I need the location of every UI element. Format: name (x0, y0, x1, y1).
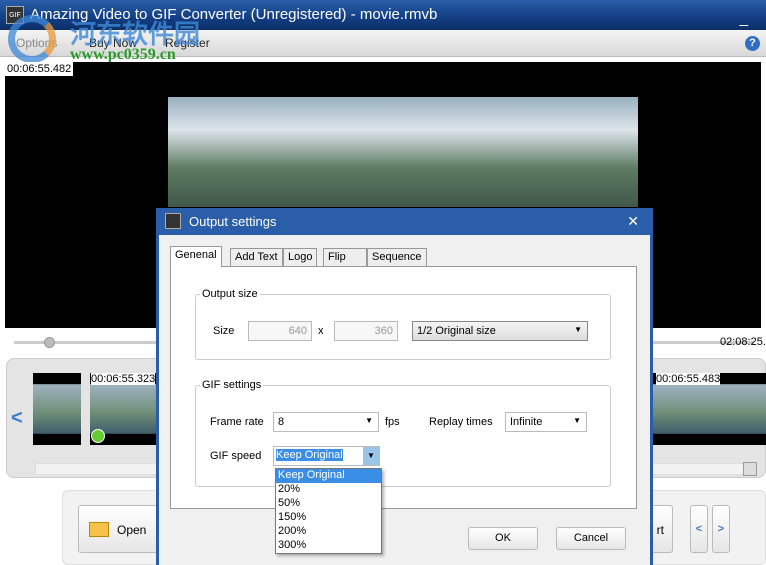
end-time: 02:08:25. (720, 336, 766, 348)
scroll-thumb[interactable] (743, 462, 757, 476)
replay-value: Infinite (510, 416, 543, 428)
seek-knob[interactable] (44, 337, 55, 348)
app-gif-icon (165, 213, 181, 229)
replay-label: Replay times (429, 416, 493, 428)
tab-add-text[interactable]: Add Text (230, 248, 283, 266)
gif-settings-group: GIF settings Frame rate 8 ▼ fps Replay ti… (195, 379, 611, 487)
chevron-down-icon: ▼ (574, 325, 582, 334)
frame-rate-label: Frame rate (210, 416, 264, 428)
frame-rate-select[interactable]: 8 ▼ (273, 412, 379, 432)
group-label: Output size (200, 288, 260, 300)
help-icon[interactable]: ? (745, 36, 760, 51)
option-150[interactable]: 150% (276, 511, 381, 525)
gif-speed-label: GIF speed (210, 450, 262, 462)
prev-icon[interactable]: < (690, 505, 708, 553)
tab-flip[interactable]: Flip (323, 248, 367, 266)
cancel-button[interactable]: Cancel (556, 527, 626, 550)
close-button[interactable]: ✕ (627, 213, 639, 230)
chevron-down-icon: ▼ (363, 447, 379, 465)
size-label: Size (213, 325, 235, 337)
option-keep-original[interactable]: Keep Original (276, 469, 381, 483)
replay-select[interactable]: Infinite ▼ (505, 412, 587, 432)
add-marker-icon[interactable]: < (11, 407, 23, 430)
clock-icon (91, 429, 105, 443)
open-button[interactable]: Open (78, 505, 168, 553)
size-preset-value: 1/2 Original size (417, 325, 496, 337)
folder-icon (89, 522, 109, 537)
tab-general[interactable]: Genenal (170, 246, 222, 267)
thumbnail[interactable] (33, 373, 81, 445)
frame-rate-value: 8 (278, 416, 285, 428)
gif-speed-dropdown-list: Keep Original 20% 50% 150% 200% 300% (275, 468, 382, 554)
chevron-down-icon: ▼ (365, 416, 373, 425)
current-time: 00:06:55.482 (5, 62, 74, 76)
option-300[interactable]: 300% (276, 539, 381, 553)
dialog-body: Genenal Add Text Logo Flip Sequence Outp… (159, 235, 650, 565)
fps-label: fps (385, 416, 400, 428)
width-field[interactable]: 640 (248, 321, 312, 341)
frame-time: 00:06:55.323 (91, 373, 156, 385)
gif-speed-select[interactable]: Keep Original ▼ (273, 446, 380, 466)
ok-button[interactable]: OK (468, 527, 538, 550)
tab-sequence[interactable]: Sequence (367, 248, 427, 266)
height-field[interactable]: 360 (334, 321, 398, 341)
next-icon[interactable]: > (712, 505, 730, 553)
option-200[interactable]: 200% (276, 525, 381, 539)
group-label: GIF settings (200, 379, 264, 391)
minimize-button[interactable]: _ (740, 10, 748, 27)
gif-speed-value: Keep Original (276, 449, 343, 461)
dialog-title: Output settings (189, 214, 277, 229)
option-20[interactable]: 20% (276, 483, 381, 497)
video-frame (168, 97, 638, 207)
tab-panel: Output size Size 640 x 360 1/2 Original … (170, 266, 637, 509)
dialog-title-bar: Output settings ✕ (156, 208, 653, 235)
output-size-group: Output size Size 640 x 360 1/2 Original … (195, 288, 611, 360)
frame-time: 00:06:55.483 (656, 373, 721, 385)
output-settings-dialog: Output settings ✕ Genenal Add Text Logo … (156, 208, 653, 565)
tab-logo[interactable]: Logo (283, 248, 318, 266)
chevron-down-icon: ▼ (573, 416, 581, 425)
times-label: x (318, 325, 324, 337)
size-preset-select[interactable]: 1/2 Original size ▼ (412, 321, 588, 341)
watermark-logo (8, 15, 56, 63)
option-50[interactable]: 50% (276, 497, 381, 511)
